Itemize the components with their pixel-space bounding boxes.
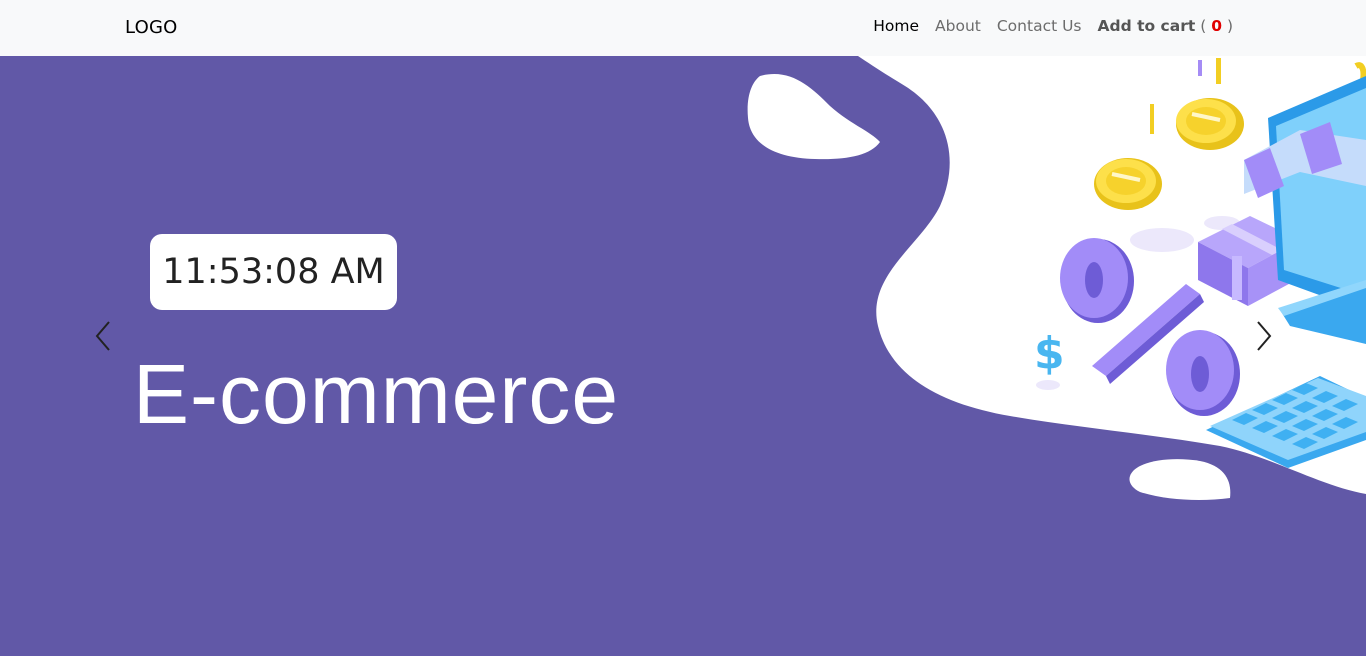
cart-close-paren: ) (1226, 17, 1233, 35)
hero-title: E-commerce (133, 347, 620, 441)
svg-text:$: $ (1034, 328, 1065, 379)
clock-display: 11:53:08 AM (150, 234, 397, 310)
cart-label: Add to cart (1097, 17, 1196, 35)
logo[interactable]: LOGO (125, 17, 177, 38)
nav-link-about[interactable]: About (927, 17, 989, 35)
navbar: LOGO Home About Contact Us Add to cart (… (0, 0, 1366, 56)
nav-link-contact[interactable]: Contact Us (989, 17, 1090, 35)
chevron-right-icon (1257, 321, 1272, 351)
add-to-cart-link[interactable]: Add to cart ( 0 ) (1090, 17, 1233, 35)
chevron-left-icon (95, 321, 110, 351)
nav-links: Home About Contact Us Add to cart ( 0 ) (865, 17, 1233, 35)
carousel-next-button[interactable] (1249, 318, 1279, 354)
cart-count-badge: 0 (1211, 17, 1222, 35)
cart-open-paren: ( (1200, 17, 1207, 35)
carousel-prev-button[interactable] (88, 318, 118, 354)
hero-carousel: $ 11:53:08 AM E-commerce (0, 56, 1366, 656)
nav-link-home[interactable]: Home (865, 17, 927, 35)
